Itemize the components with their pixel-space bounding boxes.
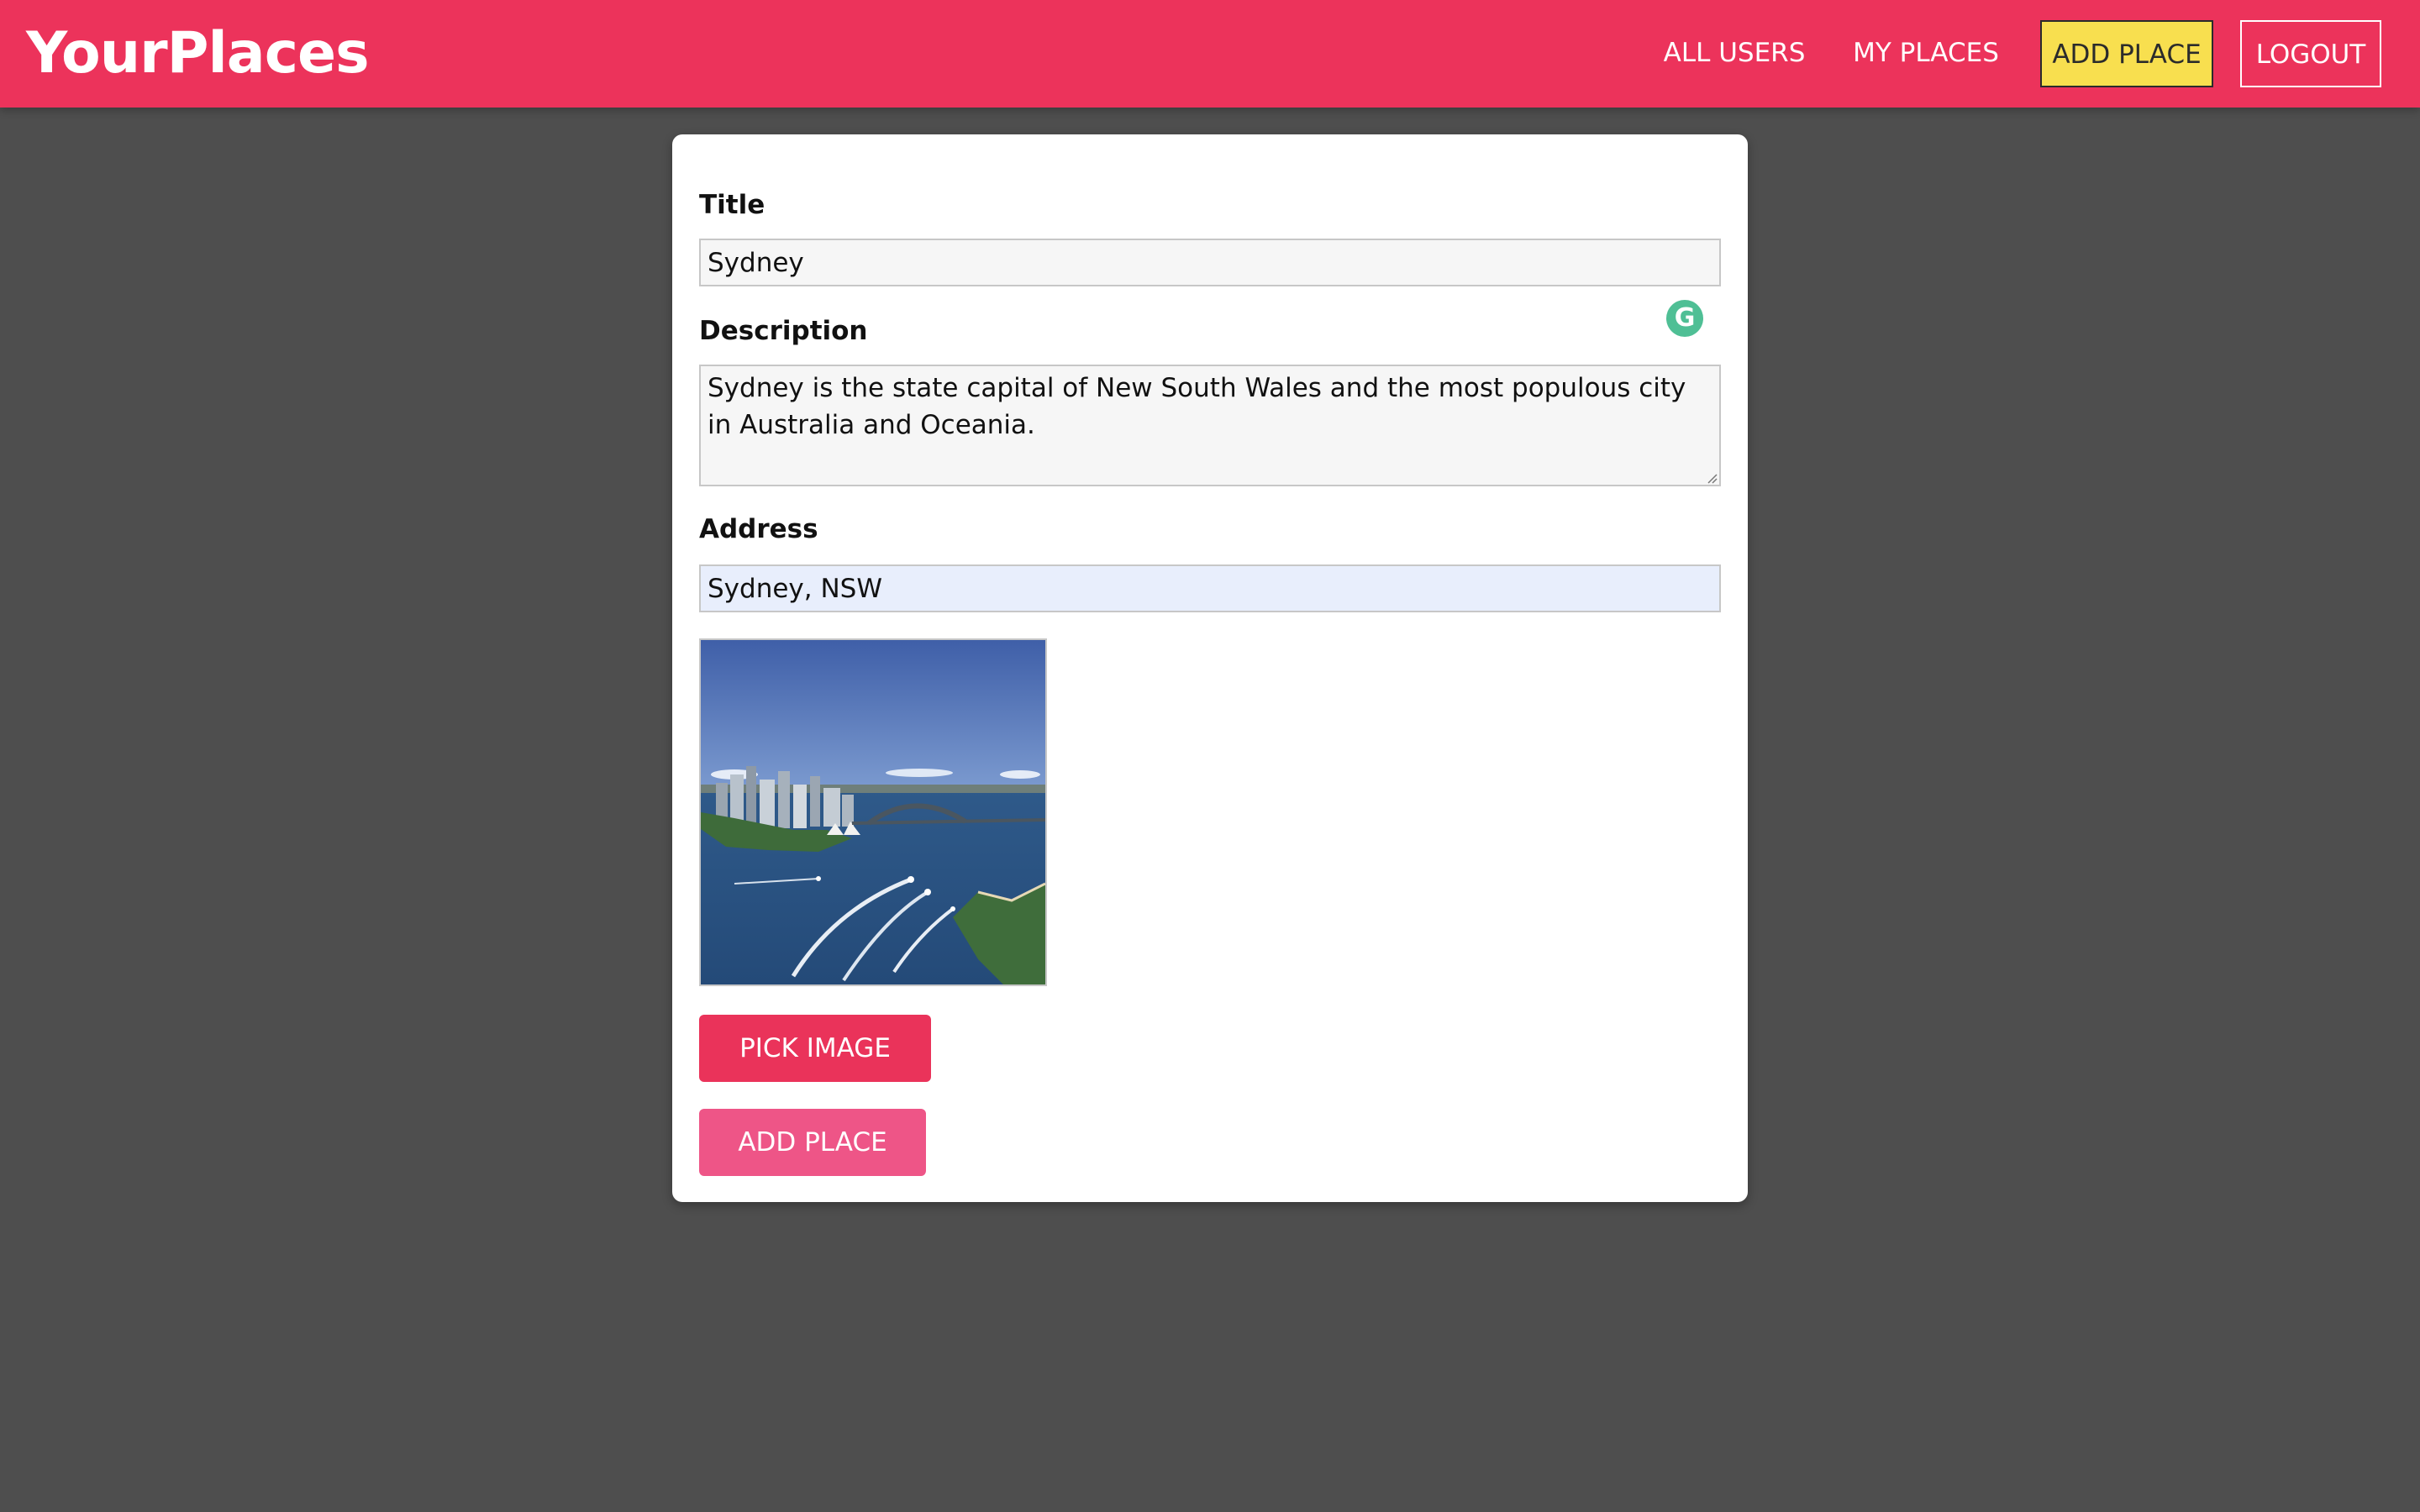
app-logo[interactable]: YourPlaces	[26, 20, 370, 87]
address-label: Address	[699, 514, 818, 544]
title-input[interactable]	[699, 239, 1721, 286]
main-header: YourPlaces ALL USERS MY PLACES ADD PLACE…	[0, 0, 2420, 108]
textarea-resize-handle[interactable]	[1706, 472, 1718, 484]
nav-all-users[interactable]: ALL USERS	[1649, 20, 1820, 87]
nav-my-places[interactable]: MY PLACES	[1850, 20, 2002, 87]
harbour-photo-icon	[701, 640, 1045, 984]
description-label: Description	[699, 316, 868, 346]
address-input[interactable]	[699, 564, 1721, 612]
nav-logout[interactable]: LOGOUT	[2240, 20, 2381, 87]
add-place-submit-button[interactable]: ADD PLACE	[699, 1109, 926, 1176]
grammar-check-icon[interactable]: G	[1666, 300, 1703, 337]
nav-add-place[interactable]: ADD PLACE	[2040, 20, 2213, 87]
image-preview	[699, 638, 1047, 986]
description-textarea[interactable]: Sydney is the state capital of New South…	[699, 365, 1721, 486]
title-label: Title	[699, 190, 765, 220]
pick-image-button[interactable]: PICK IMAGE	[699, 1015, 931, 1082]
add-place-form: Title Description G Sydney is the state …	[672, 134, 1748, 1202]
